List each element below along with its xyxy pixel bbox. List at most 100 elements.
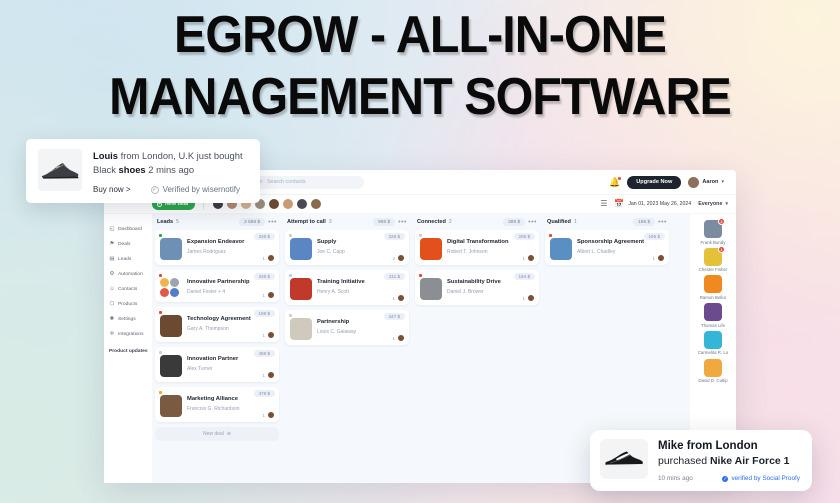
settings-gear-icon: ✺ [109, 315, 115, 322]
deal-avatar [160, 395, 182, 417]
priority-flag-icon [418, 273, 422, 277]
check-icon: ✓ [150, 185, 159, 194]
deal-card[interactable]: Marketing Alliance Francois G. Richardson… [155, 387, 279, 422]
notification-badge [618, 176, 622, 180]
contact-rail-item[interactable]: David D. Cutlip [690, 358, 736, 384]
deal-activity-count: 2 [392, 255, 395, 261]
socialproofy-notification[interactable]: Mike from London purchased Nike Air Forc… [590, 430, 812, 491]
avatar [704, 275, 722, 294]
column-amount: 389 $ [503, 218, 526, 226]
leads-icon: ▤ [109, 255, 115, 262]
purchase-time: 10 mins ago [658, 475, 693, 482]
contact-rail-item[interactable]: Carmelita R. Lo [690, 330, 736, 356]
deal-activity-count: 1 [262, 255, 265, 261]
deal-avatar [160, 355, 182, 377]
column-more-icon[interactable]: ••• [398, 219, 407, 226]
contact-avatar-wrap [704, 275, 722, 294]
deal-contact: Daniel Foster + 4 [187, 289, 226, 295]
deal-contact: Daniel J. Brower [447, 289, 484, 295]
deal-contact: Alex Turner [187, 366, 213, 372]
team-avatar[interactable] [310, 198, 323, 210]
user-menu[interactable]: Aaron ▾ [688, 176, 724, 188]
deal-activity-count: 1 [262, 412, 265, 418]
check-circle-icon: ✓ [722, 475, 729, 482]
deal-card[interactable]: Technology Agreement Gary A. Thompson 198 … [155, 307, 279, 342]
contact-name: Thomas Life [700, 322, 726, 328]
assignee-filter-label: Everyone [698, 201, 723, 207]
contact-rail-item[interactable]: 2 Frank Bundy [690, 218, 736, 245]
deal-owner-avatar [397, 254, 405, 262]
deal-card-footer: 1 [393, 294, 405, 302]
sidebar-product-updates[interactable]: Product updates [109, 349, 152, 354]
assignee-filter-dropdown[interactable]: Everyone ▾ [698, 201, 728, 207]
sidebar-item-label: Products [118, 302, 138, 307]
sidebar-item-leads[interactable]: ▤ Leads [109, 252, 152, 267]
contact-avatar-wrap [704, 330, 722, 349]
deal-activity-count: 1 [522, 295, 525, 301]
sidebar-item-automation[interactable]: ⚙ Automation [109, 267, 152, 282]
product-color: Black [93, 164, 119, 175]
column-more-icon[interactable]: ••• [268, 219, 277, 226]
deal-activity-count: 1 [392, 335, 395, 341]
upgrade-now-button[interactable]: Upgrade Now [627, 175, 682, 189]
sidebar-item-label: Dashboard [118, 227, 142, 232]
nike-air-force-image [600, 439, 648, 479]
team-avatar[interactable] [268, 198, 281, 210]
column-more-icon[interactable]: ••• [528, 219, 537, 226]
deal-card[interactable]: Training Initiative Henry A. Scott 311 $1 [285, 270, 409, 305]
deal-amount: 198 $ [253, 310, 275, 317]
buy-now-link[interactable]: Buy now > [93, 185, 131, 194]
deal-card[interactable]: Innovation Partner Alex Turner 498 $1 [155, 347, 279, 382]
date-range-picker[interactable]: 📅 Jan 01, 2023 May 26, 2024 [614, 200, 691, 208]
contact-rail-item[interactable]: Thomas Life [690, 303, 736, 328]
buyer-headline: Mike from London [658, 440, 758, 452]
contact-name: Ramon Bellor [699, 294, 727, 300]
deal-card[interactable]: Supply Joe C. Capp 328 $2 [285, 230, 409, 265]
deal-card-footer: 1 [263, 371, 275, 379]
deal-card[interactable]: Innovative Partnership Daniel Foster + 43… [155, 270, 279, 302]
column-amount: 986 $ [373, 218, 396, 226]
team-avatar[interactable] [296, 198, 309, 210]
deal-card[interactable]: Partnership Louis C. Galaway 347 $1 [285, 310, 409, 345]
wisernotify-notification[interactable]: Louis from London, U.K just bought Black… [26, 139, 260, 203]
sidebar-item-products[interactable]: ⬡ Products [109, 297, 152, 312]
contact-rail-item[interactable]: 1 Chester Fisher [690, 245, 736, 273]
sidebar-item-integrations[interactable]: ✛ Integrations [109, 327, 152, 342]
kanban-column: Attempt to call 3 986 $ ••• Supply Joe C. Cap… [282, 214, 412, 483]
deal-card[interactable]: Expansion Endeavor James Rodriguez 336 $1 [155, 230, 279, 265]
chevron-down-icon: ▾ [725, 201, 728, 207]
column-more-icon[interactable]: ••• [658, 219, 667, 226]
contact-name: Carmelita R. Lo [697, 350, 729, 356]
deal-owner-avatar [267, 331, 275, 339]
sidebar-item-contacts[interactable]: ☺ Contacts [109, 282, 152, 297]
column-header: Leads 5 2 586 $ ••• [155, 214, 279, 230]
deal-card-footer: 1 [263, 331, 275, 339]
bell-icon[interactable]: 🔔 [609, 176, 622, 187]
deal-card[interactable]: Sustainability Drive Daniel J. Brower 184 … [415, 270, 539, 305]
search-input[interactable]: ⌕ Search contacts [253, 175, 364, 189]
add-deal-button[interactable]: New deal ⊕ [155, 427, 279, 441]
team-avatar[interactable] [282, 198, 295, 210]
sidebar-item-deals[interactable]: ⚑ Deals [109, 237, 152, 252]
deal-owner-avatar [267, 254, 275, 262]
priority-flag-icon [158, 310, 162, 314]
plus-circle-icon: ⊕ [226, 431, 232, 437]
deal-card[interactable]: Digital Transformation Robert T. Johnson 2… [415, 230, 539, 265]
kanban-column: Leads 5 2 586 $ ••• Expansion Endeavor James … [152, 214, 282, 483]
contact-name: David D. Cutlip [698, 378, 728, 384]
sidebar-item-label: Settings [118, 317, 136, 322]
deal-activity-count: 1 [262, 332, 265, 338]
sidebar-item-dashboard[interactable]: ◱ Dashboard [109, 222, 152, 237]
deal-amount: 498 $ [253, 350, 275, 357]
filter-icon[interactable]: ☰ [600, 200, 607, 208]
hero-line-2: MANAGEMENT SOFTWARE [109, 68, 732, 126]
contact-rail-item[interactable]: Ramon Bellor [690, 275, 736, 300]
product-name: shoes [118, 164, 146, 175]
search-placeholder: Search contacts [266, 179, 306, 185]
participant-icons [160, 278, 182, 297]
column-title: Qualified [547, 219, 571, 225]
wisernotify-footer: Buy now > ✓ Verified by wisernotify [93, 185, 248, 194]
deal-card[interactable]: Sponsorship Agreement Albert L. Chadley 19… [545, 230, 669, 265]
date-range-label: Jan 01, 2023 May 26, 2024 [628, 201, 692, 207]
sidebar-item-settings[interactable]: ✺ Settings [109, 312, 152, 327]
